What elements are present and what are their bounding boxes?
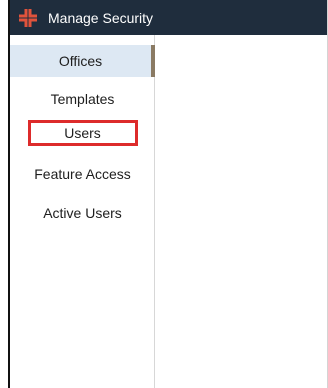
sidebar: Offices Templates Users Feature Access A…: [10, 35, 155, 388]
brand-logo-icon: [17, 7, 39, 29]
sidebar-item-users[interactable]: Users: [10, 117, 155, 149]
main-content-area: [155, 35, 327, 388]
sidebar-item-templates[interactable]: Templates: [10, 83, 155, 115]
sidebar-item-offices[interactable]: Offices: [10, 45, 155, 77]
sidebar-item-feature-access[interactable]: Feature Access: [10, 158, 155, 190]
sidebar-item-label: Offices: [58, 53, 103, 69]
sidebar-item-label: Feature Access: [34, 166, 131, 182]
sidebar-item-label: Active Users: [43, 205, 122, 221]
sidebar-item-label: Templates: [50, 91, 115, 107]
header-bar: Manage Security: [10, 0, 327, 35]
sidebar-item-label: Users: [27, 120, 138, 146]
page-title: Manage Security: [48, 9, 154, 26]
app-window: Manage Security Offices Templates Users …: [8, 0, 328, 388]
sidebar-item-active-users[interactable]: Active Users: [10, 197, 155, 229]
